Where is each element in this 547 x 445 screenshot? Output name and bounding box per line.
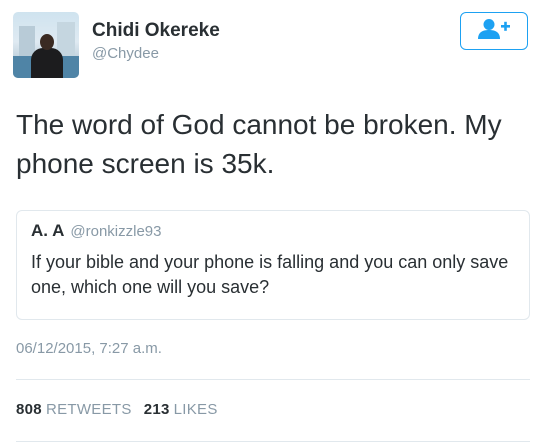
likes-stat[interactable]: 213 LIKES [144, 401, 218, 418]
likes-label: LIKES [173, 401, 218, 418]
retweets-stat[interactable]: 808 RETWEETS [16, 401, 132, 418]
author-name[interactable]: Chidi Okereke [92, 20, 220, 42]
likes-count: 213 [143, 401, 170, 418]
avatar-person-head [40, 34, 54, 50]
quoted-tweet-text: If your bible and your phone is falling … [31, 252, 509, 297]
quoted-tweet-header: A. A @ronkizzle93 [31, 221, 515, 241]
avatar-building-left [19, 26, 35, 56]
quoted-tweet[interactable]: A. A @ronkizzle93 If your bible and your … [16, 210, 530, 320]
divider-bottom [16, 441, 530, 442]
retweets-count: 808 [16, 401, 42, 418]
divider-top [16, 379, 530, 380]
tweet-text: The word of God cannot be broken. My pho… [16, 109, 502, 179]
add-user-icon [477, 18, 511, 45]
tweet-timestamp[interactable]: 06/12/2015, 7:27 a.m. [16, 340, 162, 357]
quoted-author-name: A. A [31, 221, 65, 240]
quoted-author-handle: @ronkizzle93 [70, 223, 162, 240]
tweet-stats: 808 RETWEETS 213 LIKES [16, 401, 218, 418]
follow-button[interactable] [460, 12, 528, 50]
avatar[interactable] [13, 12, 79, 78]
retweets-label: RETWEETS [45, 401, 132, 418]
avatar-person-body [31, 48, 63, 78]
author-handle[interactable]: @Chydee [92, 45, 159, 62]
